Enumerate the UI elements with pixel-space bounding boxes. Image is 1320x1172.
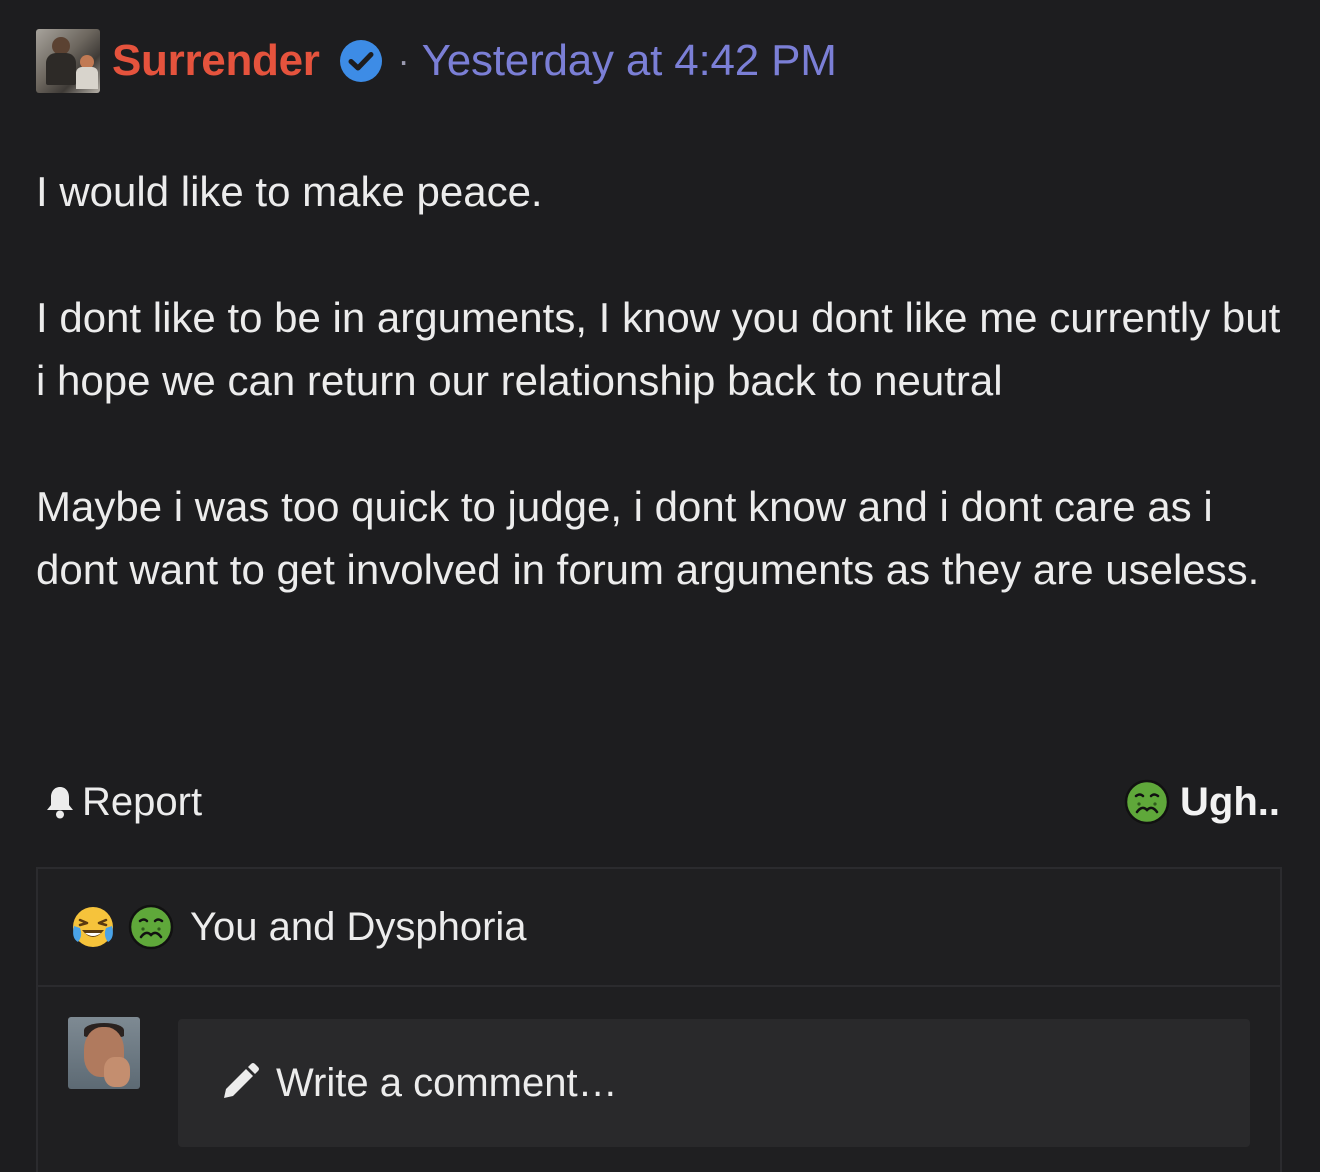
- loudly-crying-laughing-icon: [73, 907, 113, 947]
- comment-row: Write a comment…: [38, 987, 1280, 1172]
- comment-placeholder: Write a comment…: [276, 1060, 618, 1105]
- verified-check-icon: [339, 40, 382, 82]
- report-label: Report: [82, 779, 203, 824]
- post-body: I would like to make peace. I dont like …: [36, 160, 1296, 601]
- reactions-summary[interactable]: You and Dysphoria: [38, 869, 1280, 987]
- bell-icon: [47, 787, 73, 819]
- post-container: Surrender · Yesterday at 4:42 PM I would…: [0, 0, 1320, 1172]
- author-username[interactable]: Surrender: [112, 36, 320, 86]
- post-timestamp[interactable]: Yesterday at 4:42 PM: [422, 36, 837, 86]
- report-button[interactable]: Report: [44, 780, 202, 825]
- post-paragraph: I would like to make peace.: [36, 168, 543, 215]
- nauseated-face-icon: [128, 904, 174, 950]
- post-actions: Report Ugh..: [44, 770, 1280, 834]
- post-paragraph: Maybe i was too quick to judge, i dont k…: [36, 483, 1260, 593]
- post-paragraph: I dont like to be in arguments, I know y…: [36, 294, 1281, 404]
- comment-input[interactable]: Write a comment…: [178, 1019, 1250, 1147]
- reaction-users[interactable]: You and Dysphoria: [190, 905, 527, 950]
- header-separator: ·: [397, 40, 410, 81]
- author-avatar[interactable]: [36, 29, 100, 93]
- nauseated-face-icon: [1124, 779, 1170, 825]
- post-header: Surrender · Yesterday at 4:42 PM: [36, 28, 837, 94]
- reaction-label: Ugh..: [1180, 779, 1280, 824]
- reactions-comment-box: You and Dysphoria Write a comment…: [36, 867, 1282, 1172]
- current-user-avatar[interactable]: [68, 1017, 140, 1089]
- pencil-icon: [224, 1063, 259, 1098]
- reaction-button[interactable]: Ugh..: [1124, 779, 1280, 825]
